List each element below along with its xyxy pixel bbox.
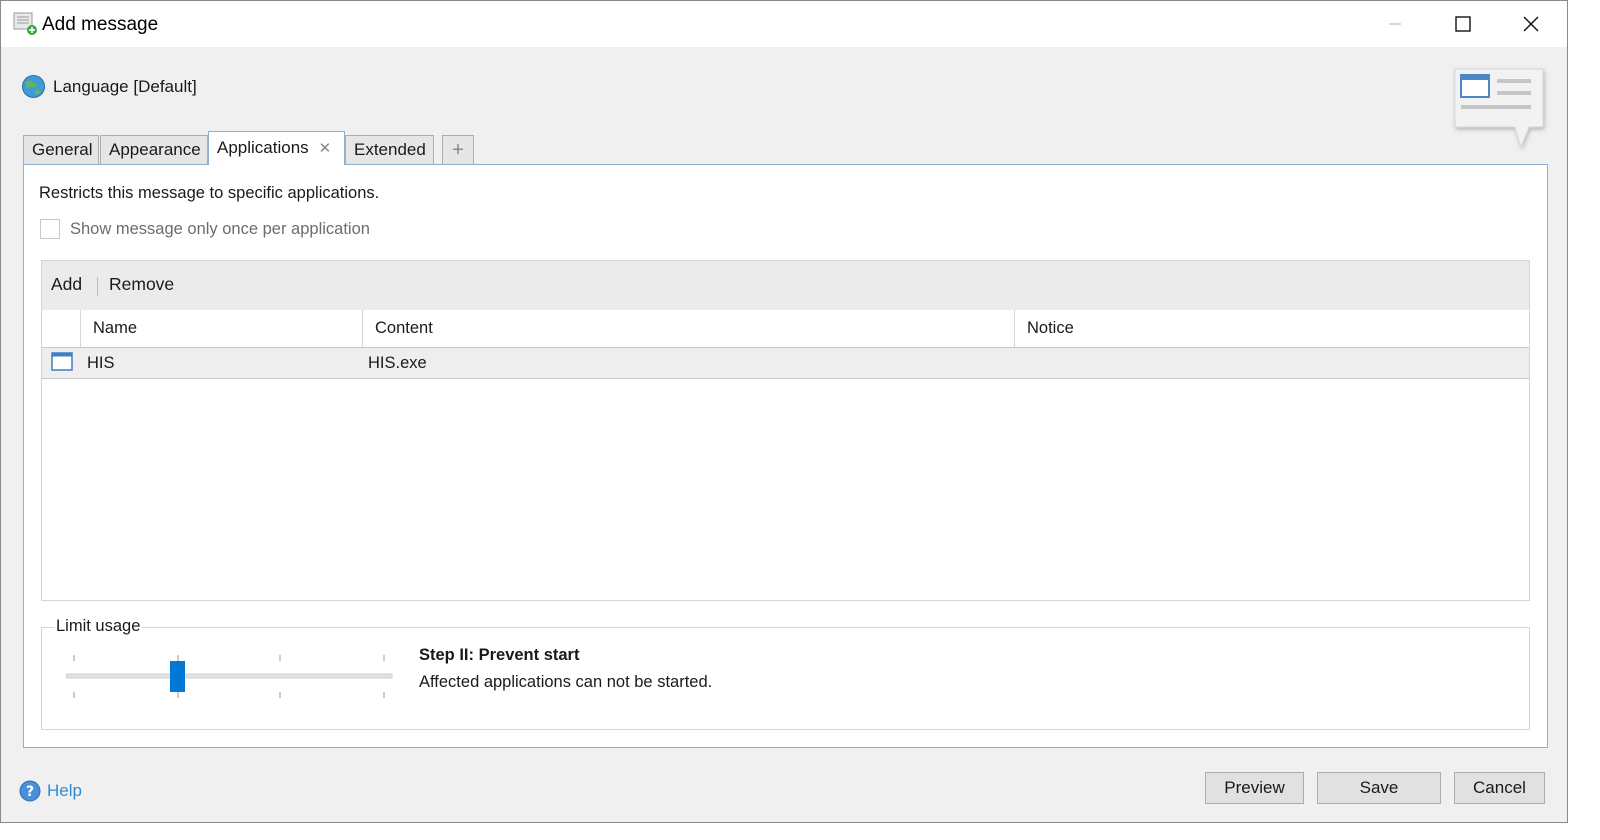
column-header-content[interactable]: Content — [362, 310, 1014, 347]
tab-label: General — [32, 140, 93, 159]
tab-label: Applications — [217, 138, 309, 157]
add-tab-button[interactable]: + — [442, 135, 474, 164]
step-description: Affected applications can not be started… — [419, 673, 713, 691]
close-button[interactable] — [1499, 1, 1563, 47]
message-add-icon — [13, 12, 37, 35]
message-icon — [1454, 68, 1544, 149]
cell-name: HIS — [87, 354, 115, 372]
save-button[interactable]: Save — [1317, 772, 1441, 804]
help-link[interactable]: ? Help — [19, 780, 82, 802]
add-message-dialog: Add message Language [Default] General A… — [0, 0, 1568, 823]
show-once-option[interactable]: Show message only once per application — [40, 219, 370, 239]
maximize-button[interactable] — [1431, 1, 1495, 47]
grid-toolbar: Add Remove — [42, 261, 1529, 310]
step-title: Step II: Prevent start — [419, 646, 580, 664]
window-icon — [51, 352, 73, 371]
column-header-name[interactable]: Name — [80, 310, 362, 347]
applications-panel: Restricts this message to specific appli… — [23, 164, 1548, 748]
column-header-notice[interactable]: Notice — [1014, 310, 1531, 347]
limit-usage-slider[interactable] — [66, 652, 394, 702]
grid-header: Name Content Notice — [42, 310, 1529, 348]
column-header-icon — [42, 310, 80, 347]
tab-close-icon[interactable]: ✕ — [319, 140, 332, 157]
cell-content: HIS.exe — [368, 354, 427, 372]
window-title: Add message — [42, 14, 159, 35]
close-icon — [1523, 16, 1539, 32]
limit-usage-legend: Limit usage — [54, 617, 143, 636]
maximize-icon — [1455, 16, 1471, 32]
tab-general[interactable]: General — [23, 135, 99, 164]
add-button[interactable]: Add — [51, 274, 82, 295]
table-row[interactable]: HIS HIS.exe — [42, 348, 1529, 379]
tab-applications[interactable]: Applications ✕ — [208, 131, 345, 165]
slider-thumb[interactable] — [170, 661, 185, 692]
globe-icon[interactable] — [21, 74, 46, 99]
plus-icon: + — [452, 138, 464, 161]
show-once-label: Show message only once per application — [70, 219, 370, 238]
show-once-checkbox[interactable] — [40, 219, 60, 239]
help-label: Help — [47, 781, 82, 800]
applications-grid: Add Remove Name Content Notice HIS HIS.e… — [41, 260, 1530, 601]
svg-text:?: ? — [26, 784, 34, 800]
remove-button[interactable]: Remove — [109, 274, 174, 295]
language-label[interactable]: Language [Default] — [53, 77, 197, 97]
toolbar-separator — [97, 277, 98, 296]
title-bar: Add message — [1, 1, 1567, 47]
tab-label: Appearance — [109, 140, 201, 159]
minimize-button[interactable] — [1363, 1, 1427, 47]
limit-usage-group: Limit usage Step II: Prevent start Affec… — [41, 617, 1530, 730]
tab-appearance[interactable]: Appearance — [100, 135, 208, 164]
help-icon: ? — [19, 780, 41, 802]
tab-label: Extended — [354, 140, 426, 159]
minimize-icon — [1389, 23, 1401, 25]
preview-button[interactable]: Preview — [1205, 772, 1304, 804]
tab-extended[interactable]: Extended — [345, 135, 434, 164]
panel-description: Restricts this message to specific appli… — [39, 184, 380, 202]
cancel-button[interactable]: Cancel — [1454, 772, 1545, 804]
